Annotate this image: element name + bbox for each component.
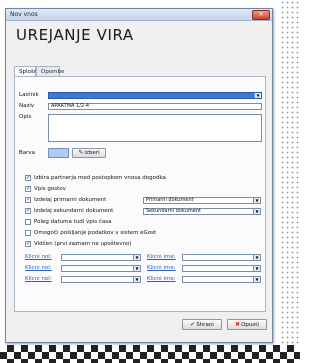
checkbox[interactable]: ✓ [25, 197, 31, 203]
description-field[interactable] [48, 114, 262, 142]
checkbox[interactable]: ✓ [25, 175, 31, 181]
klic-select[interactable]: ▼ [182, 265, 261, 272]
description-label: Opis [19, 114, 32, 120]
check-icon: ✔ [190, 321, 196, 328]
chevron-down-icon: ▼ [253, 198, 260, 203]
tab-opombe[interactable]: Opombe [36, 66, 64, 76]
klic-select[interactable]: ▼ [182, 276, 261, 283]
background-pattern-bottom [0, 345, 300, 363]
checkbox-label: Omogoči pošiljanje podatkov v sistem eGo… [34, 230, 157, 236]
chevron-down-icon: ▼ [133, 266, 140, 271]
klic-link[interactable]: Klicni ime: [147, 276, 176, 282]
chevron-down-icon: ▼ [253, 266, 260, 271]
klic-link[interactable]: Klicni nol: [25, 276, 52, 282]
choose-color-label: Izberi [84, 150, 100, 156]
title-bar: Nov vnos × [6, 9, 272, 21]
chevron-down-icon: ▼ [133, 277, 140, 282]
klic-select[interactable]: ▼ [61, 254, 141, 261]
klic-select[interactable]: ▼ [61, 265, 141, 272]
color-label: Barva [19, 150, 36, 156]
background-pattern-right [280, 0, 300, 345]
checkbox-label: Vidčen (prvi zaznam ne upoštevno) [34, 241, 132, 247]
choose-color-button[interactable]: ✎Izberi [72, 148, 106, 158]
checkbox[interactable]: ✓ [25, 186, 31, 192]
save-label: Shrani [196, 322, 214, 328]
secondary-document-select[interactable]: Sekundarni dokument ▼ [143, 208, 261, 215]
klic-link[interactable]: Klicni ime: [147, 254, 176, 260]
close-button[interactable]: × [252, 10, 270, 20]
owner-select[interactable]: ▼ [48, 92, 262, 99]
klic-link[interactable]: Klicni ime: [147, 265, 176, 271]
chevron-down-icon: ▼ [254, 93, 261, 98]
checkbox-label: Izbira partnerja med postopkom vnosa dog… [34, 175, 166, 181]
close-icon: × [258, 10, 264, 18]
name-field[interactable]: APARTMA 1/2-4 [48, 103, 262, 110]
name-label: Naziv [19, 103, 35, 109]
pencil-icon: ✎ [78, 149, 84, 156]
window-title: Nov vnos [10, 11, 38, 18]
klic-select[interactable]: ▼ [61, 276, 141, 283]
primary-document-select[interactable]: Primarni dokument ▼ [143, 197, 261, 204]
checkbox[interactable]: ✓ [25, 208, 31, 214]
cancel-button[interactable]: ✖Opusti [227, 319, 267, 330]
chevron-down-icon: ▼ [253, 255, 260, 260]
klic-link[interactable]: Klicni nol: [25, 265, 52, 271]
owner-label: Lastnik [19, 92, 39, 98]
dialog-window: Nov vnos × UREJANJE VIRA UREJANJE VIRA S… [5, 8, 273, 343]
general-panel: Lastnik ▼ Naziv APARTMA 1/2-4 Opis Barva… [14, 76, 266, 312]
chevron-down-icon: ▼ [253, 277, 260, 282]
checkbox[interactable]: ✓ [25, 241, 31, 247]
checkbox-label: Izdelaj sekundarni dokument [34, 208, 114, 214]
cancel-icon: ✖ [235, 321, 241, 328]
title-reflection: UREJANJE VIRA [16, 30, 134, 39]
checkbox[interactable] [25, 219, 31, 225]
chevron-down-icon: ▼ [253, 209, 260, 214]
secondary-document-value: Sekundarni dokument [146, 208, 201, 214]
color-swatch [48, 148, 69, 158]
checkbox-label: Vpis gostov [34, 186, 66, 192]
primary-document-value: Primarni dokument [146, 197, 194, 203]
chevron-down-icon: ▼ [133, 255, 140, 260]
checkbox[interactable] [25, 230, 31, 236]
checkbox-label: Poleg datuma tudi vpis časa [34, 219, 112, 225]
checkbox-label: Izdelaj primarni dokument [34, 197, 107, 203]
klic-link[interactable]: Klicni nol: [25, 254, 52, 260]
save-button[interactable]: ✔Shrani [182, 319, 222, 330]
cancel-label: Opusti [241, 322, 259, 328]
klic-select[interactable]: ▼ [182, 254, 261, 261]
